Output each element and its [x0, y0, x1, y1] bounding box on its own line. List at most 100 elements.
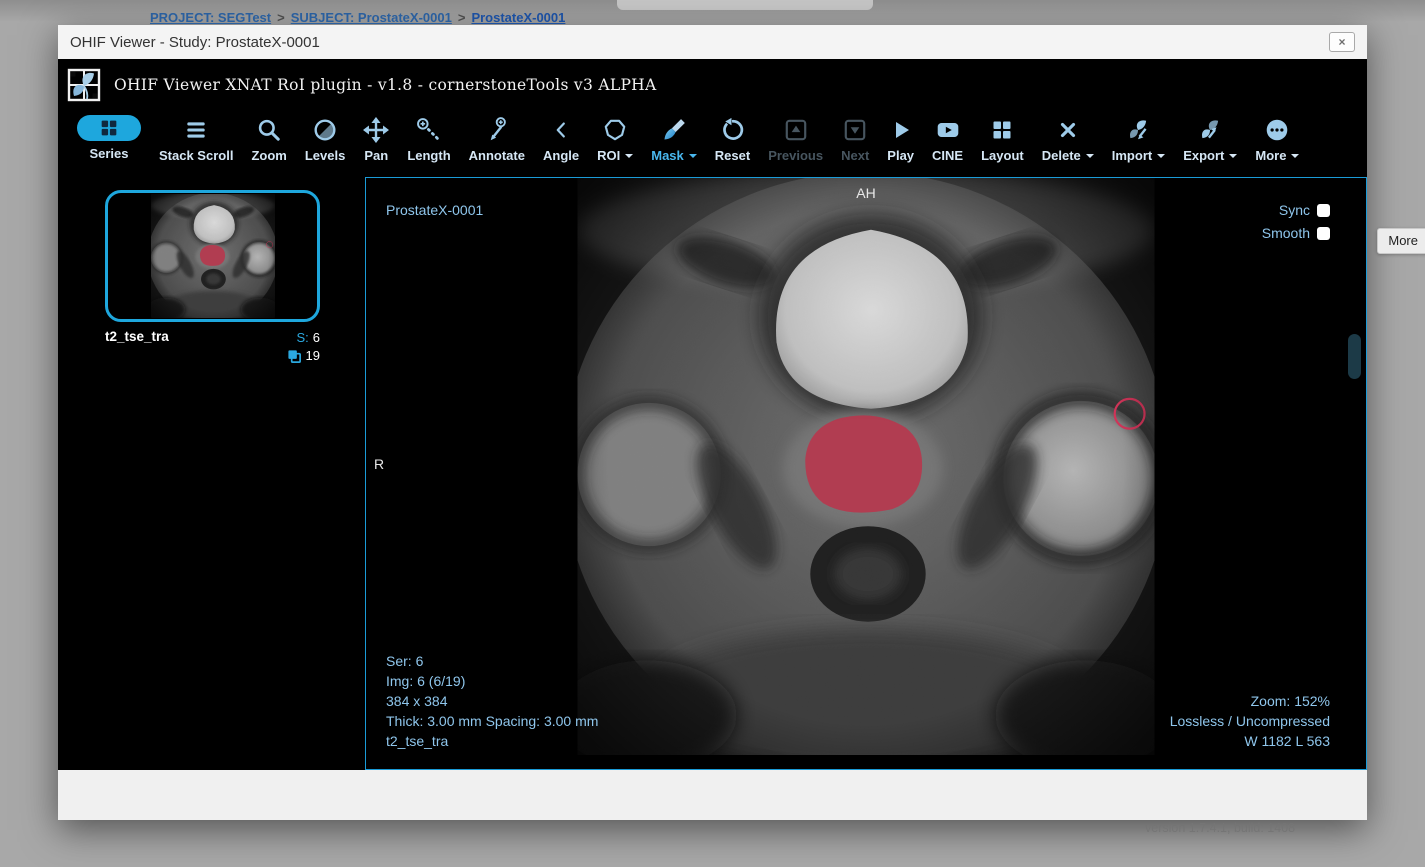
series-description: t2_tse_tra	[105, 329, 169, 365]
image-stats-overlay: Ser: 6 Img: 6 (6/19) 384 x 384 Thick: 3.…	[386, 651, 598, 751]
layout-grid-icon	[990, 115, 1014, 145]
caret-down-icon	[1291, 154, 1299, 158]
length-label: Length	[407, 148, 450, 163]
stack-scroll-button[interactable]: Stack Scroll	[150, 115, 242, 163]
viewer-root: OHIF Viewer XNAT RoI plugin - v1.8 - cor…	[58, 59, 1367, 770]
play-button[interactable]: Play	[878, 115, 923, 163]
window-title: OHIF Viewer - Study: ProstateX-0001	[70, 34, 320, 51]
export-label: Export	[1183, 148, 1237, 163]
angle-button[interactable]: Angle	[534, 115, 588, 163]
levels-button[interactable]: Levels	[296, 115, 354, 163]
mri-image	[577, 178, 1155, 755]
series-thumbnail-image	[151, 194, 275, 318]
reset-button[interactable]: Reset	[706, 115, 759, 163]
previous-button[interactable]: Previous	[759, 115, 832, 163]
ohif-viewer-window: OHIF Viewer - Study: ProstateX-0001 × OH…	[58, 25, 1367, 820]
series-thumbnail[interactable]	[105, 190, 320, 322]
annotate-arrow-icon	[484, 115, 510, 145]
caret-down-icon	[625, 154, 633, 158]
play-icon	[889, 115, 913, 145]
zoom-label: Zoom	[251, 148, 286, 163]
layout-label: Layout	[981, 148, 1024, 163]
series-number-row: S: 6	[287, 329, 320, 347]
window-level: W 1182 L 563	[1170, 731, 1330, 751]
reset-arrow-icon	[719, 115, 745, 145]
caret-down-icon	[1086, 154, 1094, 158]
display-settings-overlay: Zoom: 152% Lossless / Uncompressed W 118…	[1170, 691, 1330, 751]
stat-series: Ser: 6	[386, 651, 598, 671]
previous-label: Previous	[768, 148, 823, 163]
zoom-level: Zoom: 152%	[1170, 691, 1330, 711]
length-ruler-icon	[416, 115, 442, 145]
series-button[interactable]: Series	[68, 115, 150, 161]
delete-button[interactable]: Delete	[1033, 115, 1103, 163]
export-button[interactable]: Export	[1174, 115, 1246, 163]
import-button[interactable]: Import	[1103, 115, 1174, 163]
pan-label: Pan	[364, 148, 388, 163]
smooth-checkbox[interactable]	[1317, 227, 1330, 240]
delete-label: Delete	[1042, 148, 1094, 163]
sync-checkbox[interactable]	[1317, 204, 1330, 217]
stat-thickness: Thick: 3.00 mm Spacing: 3.00 mm	[386, 711, 598, 731]
pan-button[interactable]: Pan	[354, 115, 398, 163]
length-button[interactable]: Length	[398, 115, 459, 163]
background-page-element	[617, 0, 873, 10]
breadcrumb-project-link[interactable]: PROJECT: SEGTest	[150, 10, 271, 25]
roi-label: ROI	[597, 148, 633, 163]
caret-down-icon	[1157, 154, 1165, 158]
patient-label: ProstateX-0001	[386, 202, 483, 218]
cine-button[interactable]: CINE	[923, 115, 972, 163]
stack-layers-icon	[287, 349, 302, 364]
annotate-label: Annotate	[469, 148, 525, 163]
next-button[interactable]: Next	[832, 115, 878, 163]
stat-dimensions: 384 x 384	[386, 691, 598, 711]
plugin-title: OHIF Viewer XNAT RoI plugin - v1.8 - cor…	[114, 76, 657, 94]
mask-button[interactable]: Mask	[642, 115, 706, 163]
angle-chevron-icon	[550, 115, 572, 145]
breadcrumb: PROJECT: SEGTest > SUBJECT: ProstateX-0001…	[150, 10, 565, 25]
toolbar: Series Stack Scroll Zo	[58, 111, 1367, 177]
orientation-top-marker: AH	[366, 185, 1366, 201]
ellipsis-icon	[1264, 115, 1290, 145]
viewport[interactable]: ProstateX-0001 AH R Sync Smooth Ser: 6 I…	[365, 177, 1367, 770]
import-label: Import	[1112, 148, 1165, 163]
caret-down-icon	[689, 154, 697, 158]
breadcrumb-separator: >	[458, 10, 466, 25]
stack-scrollbar-thumb[interactable]	[1348, 334, 1361, 379]
cine-label: CINE	[932, 148, 963, 163]
move-arrows-icon	[363, 115, 389, 145]
xnat-export-icon	[1197, 115, 1223, 145]
version-text: version 1.7.4.1, build: 1408	[1145, 821, 1295, 835]
next-label: Next	[841, 148, 869, 163]
breadcrumb-session-link[interactable]: ProstateX-0001	[471, 10, 565, 25]
roi-button[interactable]: ROI	[588, 115, 642, 163]
breadcrumb-subject-link[interactable]: SUBJECT: ProstateX-0001	[291, 10, 452, 25]
sync-label: Sync	[1279, 202, 1310, 218]
stack-scroll-icon	[183, 115, 209, 145]
brush-icon	[661, 115, 687, 145]
delete-x-icon	[1057, 115, 1079, 145]
zoom-button[interactable]: Zoom	[242, 115, 295, 163]
window-titlebar: OHIF Viewer - Study: ProstateX-0001 ×	[58, 25, 1367, 59]
more-button[interactable]: More	[1246, 115, 1308, 163]
stat-image: Img: 6 (6/19)	[386, 671, 598, 691]
sync-option: Sync	[1279, 202, 1330, 218]
mask-label: Mask	[651, 148, 697, 163]
hexagon-icon	[602, 115, 628, 145]
xnat-import-icon	[1125, 115, 1151, 145]
more-tooltip: More	[1377, 228, 1425, 254]
series-sidebar: t2_tse_tra S: 6 19	[58, 177, 365, 770]
orientation-left-marker: R	[374, 456, 384, 472]
series-label: Series	[89, 146, 128, 161]
annotate-button[interactable]: Annotate	[460, 115, 534, 163]
smooth-label: Smooth	[1262, 225, 1310, 241]
compression-info: Lossless / Uncompressed	[1170, 711, 1330, 731]
contrast-icon	[312, 115, 338, 145]
stack-scroll-label: Stack Scroll	[159, 148, 233, 163]
xnat-logo-icon	[66, 67, 102, 103]
reset-label: Reset	[715, 148, 750, 163]
viewer-header: OHIF Viewer XNAT RoI plugin - v1.8 - cor…	[58, 59, 1367, 111]
modal-footer	[58, 770, 1367, 820]
close-button[interactable]: ×	[1329, 32, 1355, 52]
layout-button[interactable]: Layout	[972, 115, 1033, 163]
